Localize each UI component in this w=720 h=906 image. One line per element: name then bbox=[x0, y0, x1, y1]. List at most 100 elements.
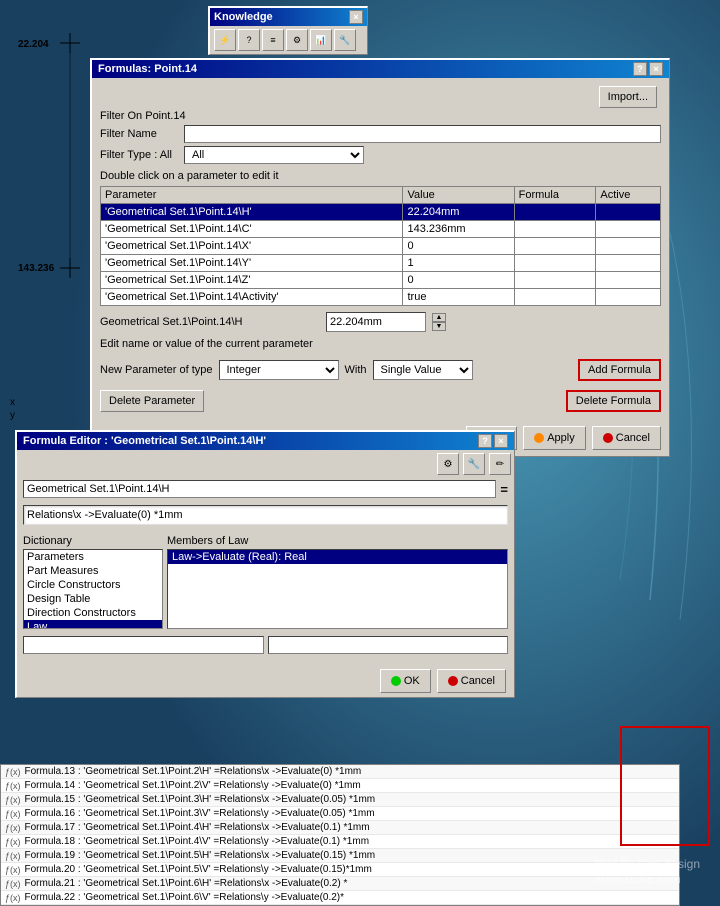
spin-up-btn[interactable]: ▲ bbox=[432, 313, 446, 322]
param-type-select[interactable]: Integer Real String Boolean bbox=[219, 360, 339, 380]
member-item[interactable]: Law->Evaluate (Real): Real bbox=[168, 550, 507, 564]
col-header-active: Active bbox=[596, 187, 661, 204]
fe-icon-2[interactable]: 🔧 bbox=[463, 453, 485, 475]
fe-members-list[interactable]: Law->Evaluate (Real): Real bbox=[167, 549, 508, 629]
table-cell-formula bbox=[514, 289, 596, 306]
formula-icon: ƒ(x) bbox=[5, 851, 21, 861]
table-row[interactable]: 'Geometrical Set.1\Point.14\Z'0 bbox=[101, 272, 661, 289]
fe-bottom-inputs bbox=[17, 633, 514, 657]
import-btn-area: Import... bbox=[100, 84, 661, 110]
filter-name-input[interactable] bbox=[184, 125, 661, 143]
fe-ok-button[interactable]: OK bbox=[380, 669, 431, 693]
table-cell-param: 'Geometrical Set.1\Point.14\C' bbox=[101, 221, 403, 238]
formula-icon: ƒ(x) bbox=[5, 809, 21, 819]
filter-type-select[interactable]: All bbox=[184, 146, 364, 164]
table-cell-param: 'Geometrical Set.1\Point.14\Activity' bbox=[101, 289, 403, 306]
formula-text: Formula.13 : 'Geometrical Set.1\Point.2\… bbox=[25, 766, 362, 777]
knowledge-close-btn[interactable]: × bbox=[349, 10, 363, 24]
add-formula-button[interactable]: Add Formula bbox=[578, 359, 661, 381]
edit-section: Geometrical Set.1\Point.14\H ▲ ▼ bbox=[100, 312, 661, 332]
table-cell-formula bbox=[514, 272, 596, 289]
cancel-button[interactable]: Cancel bbox=[592, 426, 661, 450]
list-item: ƒ(x)Formula.17 : 'Geometrical Set.1\Poin… bbox=[1, 821, 679, 835]
dict-item[interactable]: Law bbox=[24, 620, 162, 629]
knowledge-icon-3[interactable]: ≡ bbox=[262, 29, 284, 51]
apply-button[interactable]: Apply bbox=[523, 426, 586, 450]
delete-formula-button[interactable]: Delete Formula bbox=[566, 390, 661, 412]
fe-formula-row bbox=[17, 503, 514, 527]
knowledge-icon-6[interactable]: 🔧 bbox=[334, 29, 356, 51]
knowledge-toolbar: Knowledge × ⚡ ? ≡ ⚙ 📊 🔧 bbox=[208, 6, 368, 55]
knowledge-icon-1[interactable]: ⚡ bbox=[214, 29, 236, 51]
filter-name-row: Filter Name bbox=[100, 125, 661, 143]
fe-cancel-red-dot bbox=[448, 676, 458, 686]
dict-item[interactable]: Circle Constructors bbox=[24, 578, 162, 592]
formula-icon: ƒ(x) bbox=[5, 781, 21, 791]
fe-param-input[interactable] bbox=[23, 480, 496, 498]
table-cell-formula bbox=[514, 204, 596, 221]
dict-item[interactable]: Direction Constructors bbox=[24, 606, 162, 620]
table-row[interactable]: 'Geometrical Set.1\Point.14\H'22.204mm bbox=[101, 204, 661, 221]
table-row[interactable]: 'Geometrical Set.1\Point.14\X'0 bbox=[101, 238, 661, 255]
knowledge-icon-5[interactable]: 📊 bbox=[310, 29, 332, 51]
spin-buttons: ▲ ▼ bbox=[432, 313, 446, 331]
value-type-select[interactable]: Single Value Range bbox=[373, 360, 473, 380]
list-item: ƒ(x) Formula.19 : 'Geometrical Set.1\Poin… bbox=[1, 849, 679, 863]
dict-item[interactable]: Parameters bbox=[24, 550, 162, 564]
filter-section: Filter On Point.14 Filter Name Filter Ty… bbox=[100, 110, 661, 164]
formulas-title: Formulas: Point.14 bbox=[98, 63, 197, 75]
spin-down-btn[interactable]: ▼ bbox=[432, 322, 446, 331]
import-button[interactable]: Import... bbox=[599, 86, 657, 108]
formulas-dialog: Formulas: Point.14 ? × Import... Filter … bbox=[90, 58, 670, 457]
table-cell-value: 143.236mm bbox=[403, 221, 514, 238]
formula-text: Formula.22 : 'Geometrical Set.1\Point.6\… bbox=[25, 892, 345, 903]
formula-text: Formula.19 : 'Geometrical Set.1\Point.5\… bbox=[25, 850, 376, 861]
table-cell-active bbox=[596, 289, 661, 306]
fe-members-panel: Members of Law Law->Evaluate (Real): Rea… bbox=[167, 535, 508, 629]
new-param-section: New Parameter of type Integer Real Strin… bbox=[100, 360, 473, 380]
formulas-dialog-controls: ? × bbox=[633, 62, 663, 76]
fe-icon-1[interactable]: ⚙ bbox=[437, 453, 459, 475]
formula-icon: ƒ(x) bbox=[5, 879, 21, 889]
formulas-dialog-body: Import... Filter On Point.14 Filter Name… bbox=[92, 78, 669, 456]
formula-list: ƒ(x) Formula.13 : 'Geometrical Set.1\Poin… bbox=[0, 764, 680, 906]
fe-formula-input[interactable] bbox=[23, 505, 508, 525]
table-row[interactable]: 'Geometrical Set.1\Point.14\C'143.236mm bbox=[101, 221, 661, 238]
table-cell-formula bbox=[514, 255, 596, 272]
fe-bottom-input-1[interactable] bbox=[23, 636, 264, 654]
knowledge-icon-4[interactable]: ⚙ bbox=[286, 29, 308, 51]
watermark: 微信号: Flea-design www.1CAE.com bbox=[595, 855, 700, 886]
edit-value-input[interactable] bbox=[326, 312, 426, 332]
table-cell-active bbox=[596, 204, 661, 221]
table-cell-active bbox=[596, 255, 661, 272]
formula-text: Formula.16 : 'Geometrical Set.1\Point.3\… bbox=[25, 808, 375, 819]
fe-dictionary-list[interactable]: ParametersPart MeasuresCircle Constructo… bbox=[23, 549, 163, 629]
fe-members-label: Members of Law bbox=[167, 535, 508, 547]
filter-name-label: Filter Name bbox=[100, 128, 180, 140]
formulas-close-btn[interactable]: × bbox=[649, 62, 663, 76]
fe-close-btn[interactable]: × bbox=[494, 434, 508, 448]
cancel-label: Cancel bbox=[616, 432, 650, 444]
edit-hint: Edit name or value of the current parame… bbox=[100, 338, 661, 350]
with-label: With bbox=[345, 364, 367, 376]
table-cell-value: 1 bbox=[403, 255, 514, 272]
fe-bottom-input-2[interactable] bbox=[268, 636, 509, 654]
formula-text: Formula.15 : 'Geometrical Set.1\Point.3\… bbox=[25, 794, 376, 805]
fe-help-btn[interactable]: ? bbox=[478, 434, 492, 448]
watermark-site: www.1CAE.com bbox=[595, 872, 700, 886]
table-row[interactable]: 'Geometrical Set.1\Point.14\Activity'tru… bbox=[101, 289, 661, 306]
dict-item[interactable]: Design Table bbox=[24, 592, 162, 606]
col-header-parameter: Parameter bbox=[101, 187, 403, 204]
knowledge-icon-2[interactable]: ? bbox=[238, 29, 260, 51]
col-header-formula: Formula bbox=[514, 187, 596, 204]
formula-text: Formula.20 : 'Geometrical Set.1\Point.5\… bbox=[25, 864, 372, 875]
delete-param-button[interactable]: Delete Parameter bbox=[100, 390, 204, 412]
table-row[interactable]: 'Geometrical Set.1\Point.14\Y'1 bbox=[101, 255, 661, 272]
formula-icon: ƒ(x) bbox=[5, 865, 21, 875]
dict-item[interactable]: Part Measures bbox=[24, 564, 162, 578]
knowledge-title: Knowledge bbox=[214, 11, 273, 23]
formulas-help-btn[interactable]: ? bbox=[633, 62, 647, 76]
fe-cancel-button[interactable]: Cancel bbox=[437, 669, 506, 693]
filter-on-label: Filter On Point.14 bbox=[100, 110, 186, 122]
fe-icon-3[interactable]: ✏ bbox=[489, 453, 511, 475]
